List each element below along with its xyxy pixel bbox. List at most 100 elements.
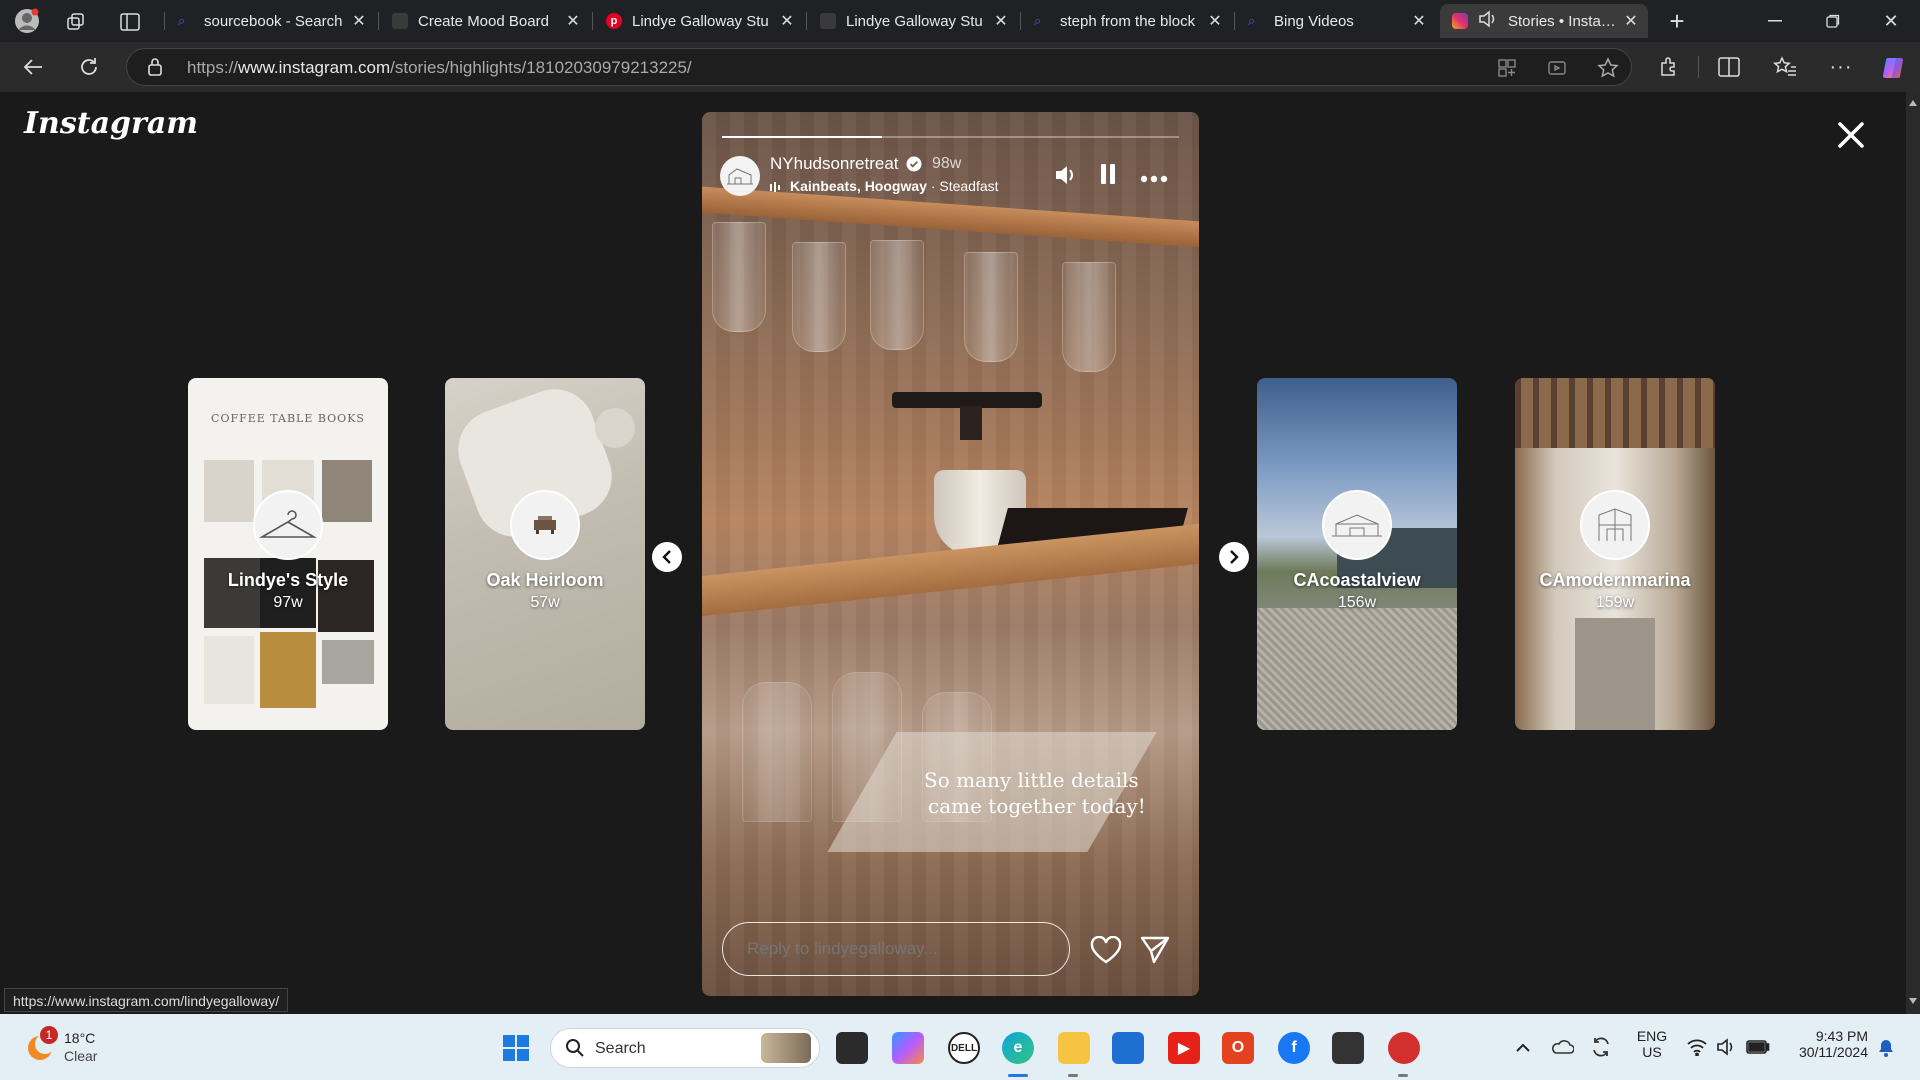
tab-title: Bing Videos: [1274, 12, 1354, 30]
lock-icon[interactable]: [147, 57, 163, 82]
windows-start-icon[interactable]: [500, 1032, 532, 1064]
app-available-icon[interactable]: [1497, 58, 1517, 83]
house-sketch-icon: [1332, 514, 1382, 537]
tab-title: Lindye Galloway Stu: [846, 12, 983, 30]
close-icon[interactable]: ✕: [562, 10, 584, 32]
send-direct-icon[interactable]: [1140, 936, 1170, 969]
next-story-button[interactable]: [1219, 542, 1249, 572]
language-indicator[interactable]: ENG US: [1632, 1028, 1672, 1060]
scroll-up-icon[interactable]: [1909, 100, 1917, 106]
close-icon[interactable]: ✕: [1620, 10, 1642, 32]
volume-tray-icon[interactable]: [1716, 1038, 1738, 1061]
clock[interactable]: 9:43 PM 30/11/2024: [1782, 1028, 1868, 1060]
microsoft-store-icon[interactable]: [1112, 1032, 1144, 1064]
app-window-icon[interactable]: [1332, 1032, 1364, 1064]
close-icon[interactable]: ✕: [776, 10, 798, 32]
search-label: Search: [595, 1040, 646, 1057]
tab-lindye-pinterest[interactable]: p Lindye Galloway Stu ✕: [594, 4, 804, 38]
tab-steph-search[interactable]: ⌕ steph from the block ✕: [1022, 4, 1232, 38]
back-button[interactable]: [18, 52, 48, 82]
refresh-button[interactable]: [74, 52, 104, 82]
battery-icon[interactable]: [1746, 1040, 1770, 1059]
story-options-icon[interactable]: [1140, 170, 1168, 188]
weather-widget[interactable]: 1 18°C Clear: [22, 1026, 132, 1070]
search-icon: [565, 1038, 585, 1063]
wifi-icon[interactable]: [1686, 1038, 1708, 1061]
workspaces-icon[interactable]: [62, 8, 90, 36]
chevron-left-icon: [662, 550, 671, 564]
sync-icon[interactable]: [1590, 1036, 1612, 1063]
favorite-star-icon[interactable]: [1597, 57, 1619, 84]
tab-create-mood-board[interactable]: Create Mood Board ✕: [380, 4, 590, 38]
profile-avatar[interactable]: [12, 6, 42, 36]
tab-bing-videos[interactable]: ⌕ Bing Videos ✕: [1236, 4, 1436, 38]
region-code: US: [1642, 1044, 1662, 1060]
file-explorer-icon[interactable]: [1058, 1032, 1090, 1064]
url-prefix: https://: [187, 58, 239, 77]
tab-title: sourcebook - Search: [204, 12, 343, 30]
story-author-avatar[interactable]: [720, 156, 760, 196]
minimize-button[interactable]: [1760, 6, 1790, 36]
favorites-icon[interactable]: [1770, 52, 1800, 82]
scroll-down-icon[interactable]: [1909, 998, 1917, 1004]
vertical-scrollbar[interactable]: [1906, 92, 1920, 1014]
search-icon: ⌕: [178, 13, 186, 28]
dell-icon[interactable]: DELL: [948, 1032, 980, 1064]
copilot-icon[interactable]: [1878, 52, 1910, 84]
restore-button[interactable]: [1818, 6, 1848, 36]
close-icon[interactable]: ✕: [348, 10, 370, 32]
taskbar-search-box[interactable]: Search: [550, 1028, 820, 1068]
avatar: [253, 490, 323, 560]
tab-lindye-studio[interactable]: Lindye Galloway Stu ✕: [808, 4, 1018, 38]
story-username[interactable]: NYhudsonretreat: [770, 154, 899, 174]
close-icon[interactable]: ✕: [1408, 10, 1430, 32]
story-music[interactable]: Kainbeats, Hoogway · Steadfast: [790, 178, 999, 194]
preview-name: CAmodernmarina: [1539, 570, 1691, 590]
page-icon: [820, 13, 836, 29]
chevron-up-icon[interactable]: [1516, 1040, 1530, 1058]
avatar: [1322, 490, 1392, 560]
facebook-icon[interactable]: f: [1278, 1032, 1310, 1064]
like-heart-icon[interactable]: [1090, 935, 1122, 969]
read-aloud-icon[interactable]: [1547, 58, 1567, 83]
tab-title: steph from the block: [1060, 12, 1196, 30]
new-tab-button[interactable]: +: [1662, 6, 1692, 36]
more-menu-icon[interactable]: ···: [1826, 52, 1856, 82]
speaker-icon[interactable]: [1478, 10, 1502, 32]
vertical-tabs-icon[interactable]: [116, 8, 144, 36]
previous-story-button[interactable]: [652, 542, 682, 572]
furniture-icon: [534, 516, 556, 534]
notification-bell-icon[interactable]: [1876, 1038, 1896, 1063]
url-field[interactable]: https://www.instagram.com/stories/highli…: [126, 48, 1632, 86]
story-preview-oak-heirloom[interactable]: Oak Heirloom 57w: [445, 378, 645, 730]
close-icon[interactable]: ✕: [990, 10, 1012, 32]
close-stories-button[interactable]: [1834, 118, 1868, 152]
close-icon[interactable]: ✕: [1204, 10, 1226, 32]
preview-name: CAcoastalview: [1293, 570, 1421, 590]
clock-date: 30/11/2024: [1798, 1044, 1868, 1060]
house-sketch-icon: [727, 168, 753, 185]
weather-temp: 18°C: [64, 1030, 96, 1046]
tab-instagram-stories[interactable]: Stories • Instagram ✕: [1440, 4, 1648, 38]
story-viewer[interactable]: NYhudsonretreat 98w Kainbeats, Hoogway ·…: [702, 112, 1199, 996]
close-window-button[interactable]: ✕: [1876, 6, 1906, 36]
youtube-icon[interactable]: ▶: [1168, 1032, 1200, 1064]
tab-title: Stories • Instagram: [1508, 12, 1620, 30]
story-preview-lindyes-style[interactable]: COFFEE TABLE BOOKS Lindye's Style 97w: [188, 378, 388, 730]
instagram-icon: [1452, 13, 1468, 29]
extensions-icon[interactable]: [1654, 52, 1684, 82]
reply-input[interactable]: [722, 922, 1070, 976]
volume-icon[interactable]: [1054, 164, 1078, 191]
pause-icon[interactable]: [1100, 164, 1116, 189]
office-icon[interactable]: O: [1222, 1032, 1254, 1064]
tab-sourcebook-search[interactable]: ⌕ sourcebook - Search ✕: [166, 4, 376, 38]
story-preview-camodernmarina[interactable]: CAmodernmarina 159w: [1515, 378, 1715, 730]
story-preview-cacoastalview[interactable]: CAcoastalview 156w: [1257, 378, 1457, 730]
onedrive-icon[interactable]: [1550, 1038, 1575, 1059]
split-screen-icon[interactable]: [1714, 52, 1744, 82]
copilot-taskbar-icon[interactable]: [892, 1032, 924, 1064]
security-app-icon[interactable]: [1388, 1032, 1420, 1064]
task-view-icon[interactable]: [836, 1032, 868, 1064]
instagram-logo[interactable]: Instagram: [24, 106, 198, 141]
edge-browser-icon[interactable]: e: [1002, 1032, 1034, 1064]
